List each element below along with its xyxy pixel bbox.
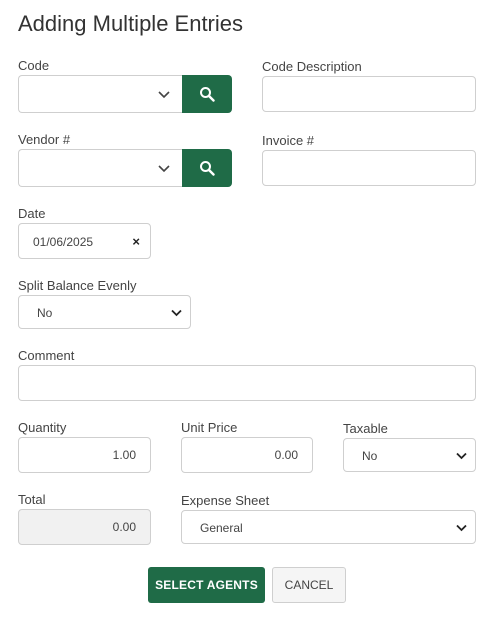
total-value: 0.00 (112, 520, 136, 534)
split-balance-select[interactable]: No (18, 295, 191, 329)
split-balance-value: No (37, 306, 53, 320)
chevron-down-icon (456, 524, 467, 532)
code-description-label: Code Description (262, 59, 362, 74)
close-icon[interactable]: × (132, 224, 140, 260)
vendor-combo (18, 149, 232, 187)
chevron-down-icon (158, 91, 170, 99)
comment-label: Comment (18, 348, 75, 363)
chevron-down-icon (158, 165, 170, 173)
split-balance-label: Split Balance Evenly (18, 278, 137, 293)
taxable-select[interactable]: No (343, 438, 476, 472)
unit-price-value: 0.00 (274, 448, 298, 462)
code-select[interactable] (18, 75, 182, 113)
quantity-input[interactable]: 1.00 (18, 437, 151, 473)
comment-input[interactable] (18, 365, 476, 401)
vendor-search-button[interactable] (182, 149, 232, 187)
select-agents-button[interactable]: SELECT AGENTS (148, 567, 265, 603)
vendor-select[interactable] (18, 149, 182, 187)
code-description-input[interactable] (262, 76, 476, 112)
invoice-label: Invoice # (262, 133, 315, 148)
taxable-value: No (362, 449, 378, 463)
total-field: 0.00 (18, 509, 151, 545)
taxable-label: Taxable (343, 421, 388, 436)
quantity-label: Quantity (18, 420, 67, 435)
date-label: Date (18, 206, 46, 221)
unit-price-input[interactable]: 0.00 (181, 437, 313, 473)
invoice-input[interactable] (262, 150, 476, 186)
code-search-button[interactable] (182, 75, 232, 113)
code-combo (18, 75, 232, 113)
date-value: 01/06/2025 (33, 235, 94, 249)
chevron-down-icon (456, 452, 467, 460)
code-label: Code (18, 58, 50, 73)
expense-sheet-select[interactable]: General (181, 510, 476, 544)
expense-sheet-label: Expense Sheet (181, 493, 270, 508)
vendor-label: Vendor # (18, 132, 71, 147)
search-icon (200, 161, 215, 176)
search-icon (200, 87, 215, 102)
page-title: Adding Multiple Entries (18, 11, 244, 36)
chevron-down-icon (171, 309, 182, 317)
quantity-value: 1.00 (112, 448, 136, 462)
cancel-button[interactable]: CANCEL (272, 567, 346, 603)
expense-sheet-value: General (200, 521, 243, 535)
unit-price-label: Unit Price (181, 420, 238, 435)
total-label: Total (18, 492, 46, 507)
date-input[interactable]: 01/06/2025 × (18, 223, 151, 259)
